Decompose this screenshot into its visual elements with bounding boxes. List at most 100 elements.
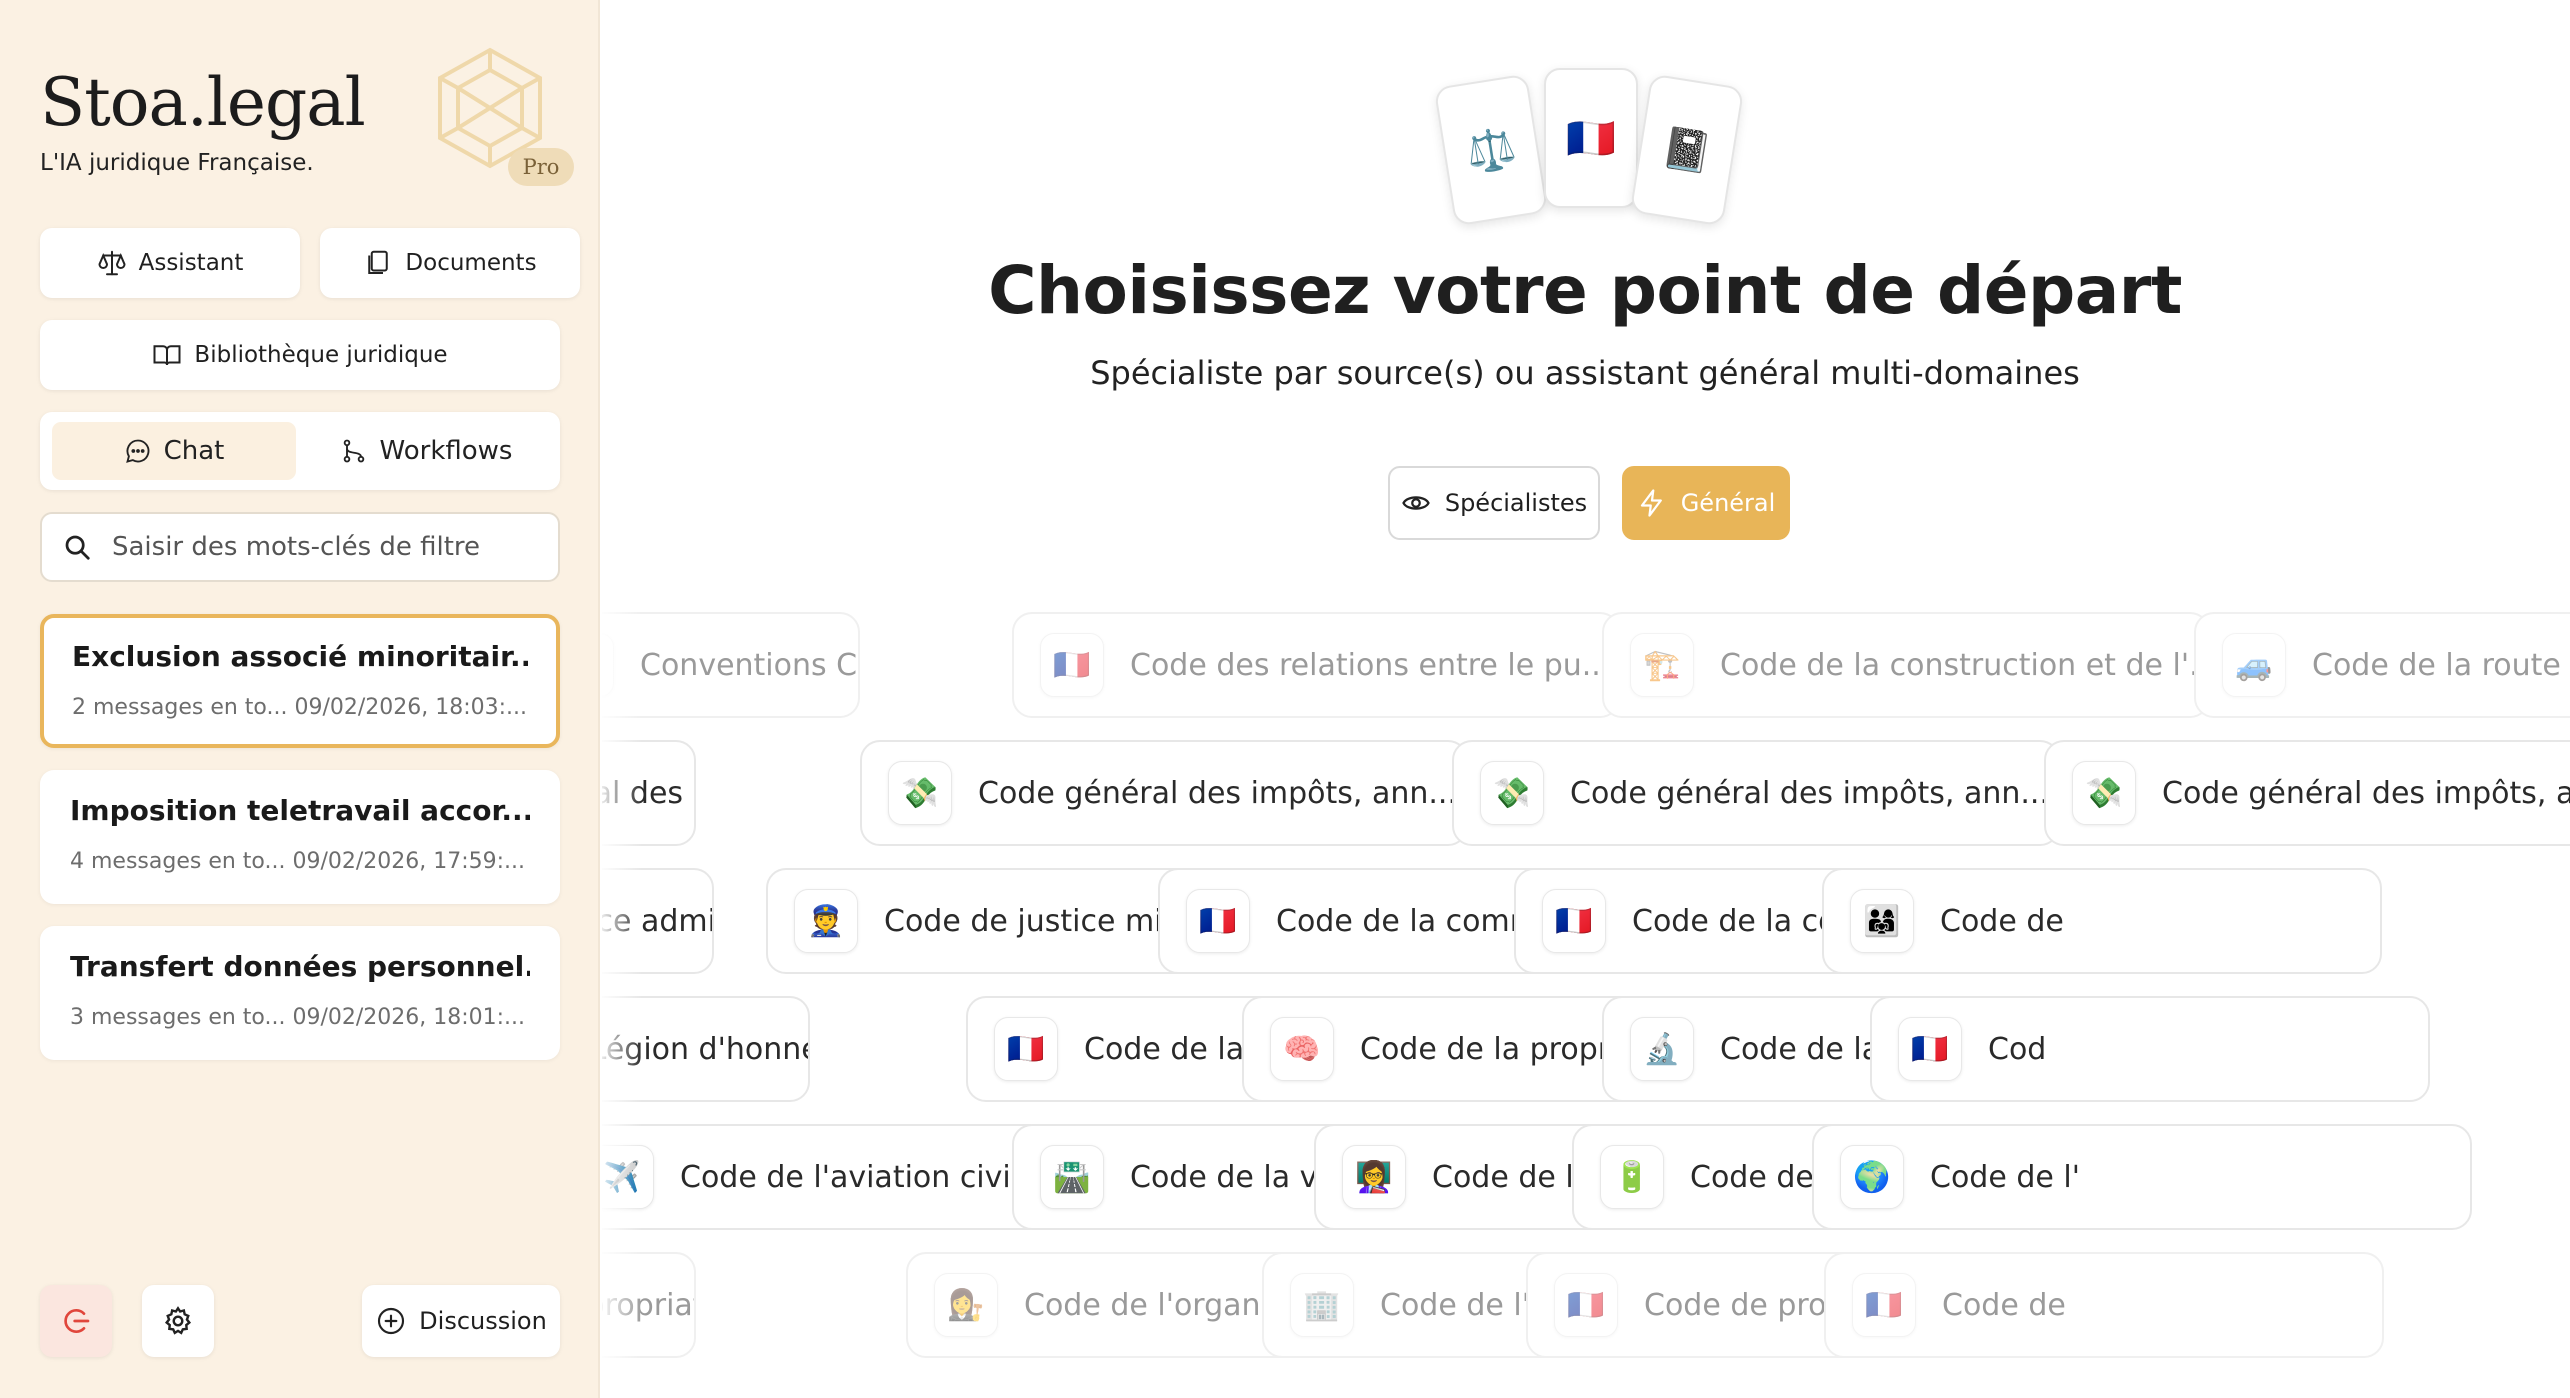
specialists-label: Spécialistes (1444, 489, 1588, 517)
code-emoji-icon: ✈️ (602, 1145, 654, 1209)
assistant-button[interactable]: Assistant (40, 228, 300, 298)
brand-title: Stoa.legal (40, 64, 366, 141)
brand-subtitle: L'IA juridique Française. (40, 150, 314, 176)
specialist-code-chip[interactable]: 💸 Code général des impôts, ann... (1452, 740, 2060, 846)
open-book-icon (153, 345, 181, 366)
code-chip-label: Code de l'expropriation pour c... (602, 1287, 694, 1323)
specialist-code-chip[interactable]: 🎖️Code de la Légion d'honneur, d... (602, 996, 810, 1102)
new-discussion-label: Discussion (419, 1307, 547, 1335)
documents-icon (368, 250, 389, 274)
code-emoji-icon: 🏗️ (1630, 633, 1694, 697)
mode-tabs: Chat Workflows (40, 412, 560, 490)
code-emoji-icon: 🇫🇷 (1898, 1017, 1962, 1081)
specialist-code-grid: ⚖️ Conventions Collectives 🇫🇷 Code des rela… (602, 600, 2570, 1398)
eye-icon (1402, 496, 1430, 510)
assistant-label: Assistant (138, 250, 244, 276)
code-chip-label: Conventions Collectives (640, 647, 858, 683)
code-emoji-icon: ⚖️ (602, 633, 614, 697)
notebook-icon: 📓 (1658, 123, 1716, 178)
plus-circle-icon (378, 1307, 405, 1335)
code-emoji-icon: 💸 (2072, 761, 2136, 825)
code-chip-label: Code de la Légion d'honneur, d... (602, 1031, 808, 1067)
code-emoji-icon: 💸 (1480, 761, 1544, 825)
legal-library-label: Bibliothèque juridique (194, 342, 448, 368)
code-chip-label: Code de l' (1930, 1159, 2080, 1195)
specialist-code-chip[interactable]: 🇫🇷Code de l'expropriation pour c... (602, 1252, 696, 1358)
specialist-code-chip[interactable]: ⚖️ Conventions Collectives (602, 612, 860, 718)
search-icon (65, 535, 90, 560)
specialist-code-chip[interactable]: 🚙 Code de la route (2194, 612, 2570, 718)
specialist-code-chip[interactable]: 🌍 Code de l' (1812, 1124, 2472, 1230)
code-chip-label: Cod (1988, 1031, 2047, 1067)
logout-button[interactable] (40, 1285, 112, 1357)
lightning-icon (1640, 489, 1662, 517)
specialist-code-chip[interactable]: 💸Code général des impôts anne... (602, 740, 696, 846)
page-subtitle: Spécialiste par source(s) ou assistant g… (1090, 354, 2080, 392)
code-emoji-icon: 🚙 (2222, 633, 2286, 697)
tab-chat-label: Chat (163, 436, 225, 466)
specialist-code-chip[interactable]: 🇫🇷 Cod (1870, 996, 2430, 1102)
code-emoji-icon: 👮 (794, 889, 858, 953)
specialist-code-chip[interactable]: 🇫🇷 Code des relations entre le pu... (1012, 612, 1620, 718)
conversation-title: Imposition teletravail accor... (70, 794, 530, 827)
code-emoji-icon: 🇫🇷 (1852, 1273, 1916, 1337)
code-chip-label: Code de justice administrative (602, 903, 712, 939)
page-title: Choisissez votre point de départ (988, 252, 2182, 329)
code-emoji-icon: 🇫🇷 (1542, 889, 1606, 953)
new-discussion-button[interactable]: Discussion (362, 1285, 560, 1357)
specialist-code-chip[interactable]: 🇫🇷 Code de (1824, 1252, 2384, 1358)
code-chip-label: Code de (1942, 1287, 2066, 1323)
tab-chat[interactable]: Chat (52, 422, 296, 480)
code-emoji-icon: 🇫🇷 (1040, 633, 1104, 697)
documents-label: Documents (405, 250, 537, 276)
filter-search-input[interactable] (110, 531, 538, 563)
code-chip-label: Code général des impôts, ann... (2162, 775, 2570, 811)
french-flag-icon: 🇫🇷 (1566, 115, 1616, 162)
conversation-item[interactable]: Exclusion associé minoritair... 2 messag… (40, 614, 560, 748)
chat-bubble-icon (125, 439, 149, 463)
code-chip-label: Code général des impôts, ann... (978, 775, 1458, 811)
conversation-meta: 3 messages en to... 09/02/2026, 18:01:..… (70, 1005, 526, 1030)
brand: Stoa.legal L'IA juridique Française. (40, 64, 366, 177)
conversation-item[interactable]: Transfert données personnel... 3 message… (40, 926, 560, 1060)
flag-card: 🇫🇷 (1544, 68, 1638, 208)
legal-library-button[interactable]: Bibliothèque juridique (40, 320, 560, 390)
conversation-meta: 4 messages en to... 09/02/2026, 17:59:..… (70, 849, 526, 874)
settings-button[interactable] (142, 1285, 214, 1357)
sidebar: Stoa.legal L'IA juridique Française. Pro… (0, 0, 600, 1398)
general-button[interactable]: Général (1622, 466, 1790, 540)
specialist-code-chip[interactable]: ✈️ Code de l'aviation civile (602, 1124, 1050, 1230)
code-emoji-icon: 👩‍🏫 (1342, 1145, 1406, 1209)
conversation-title: Transfert données personnel... (70, 950, 530, 983)
conversation-meta: 2 messages en to... 09/02/2026, 18:03:..… (72, 695, 528, 720)
specialist-code-chip[interactable]: 💸 Code général des impôts, ann... (2044, 740, 2570, 846)
code-chip-label: Code de la construction et de l'... (1720, 647, 2210, 683)
scales-icon: ⚖️ (1462, 123, 1520, 178)
code-emoji-icon: 🇫🇷 (1554, 1273, 1618, 1337)
code-chip-label: Code des relations entre le pu... (1130, 647, 1611, 683)
code-chip-label: Code de (1940, 903, 2064, 939)
specialist-code-chip[interactable]: 👨‍👩‍👧 Code de (1822, 868, 2382, 974)
specialist-code-chip[interactable]: 💸 Code général des impôts, ann... (860, 740, 1468, 846)
tab-workflows[interactable]: Workflows (304, 422, 548, 480)
code-emoji-icon: 🛣️ (1040, 1145, 1104, 1209)
code-emoji-icon: 🔋 (1600, 1145, 1664, 1209)
code-emoji-icon: 🧠 (1270, 1017, 1334, 1081)
scales-card: ⚖️ (1433, 73, 1549, 227)
workflow-icon (343, 439, 364, 463)
specialists-button[interactable]: Spécialistes (1388, 466, 1600, 540)
pro-badge: Pro (508, 148, 574, 186)
logout-icon (64, 1309, 90, 1333)
specialist-code-chip[interactable]: 🇫🇷Code de justice administrative (602, 868, 714, 974)
conversation-item[interactable]: Imposition teletravail accor... 4 messag… (40, 770, 560, 904)
tab-workflows-label: Workflows (379, 436, 513, 466)
scales-icon (98, 250, 126, 276)
general-label: Général (1680, 489, 1776, 517)
code-emoji-icon: 🇫🇷 (994, 1017, 1058, 1081)
code-chip-label: Code général des impôts, ann... (1570, 775, 2050, 811)
specialist-code-chip[interactable]: 🏗️ Code de la construction et de l'... (1602, 612, 2210, 718)
code-emoji-icon: 🏢 (1290, 1273, 1354, 1337)
code-chip-label: Code de la route (2312, 647, 2561, 683)
documents-button[interactable]: Documents (320, 228, 580, 298)
code-chip-label: Code de l'aviation civile (680, 1159, 1038, 1195)
